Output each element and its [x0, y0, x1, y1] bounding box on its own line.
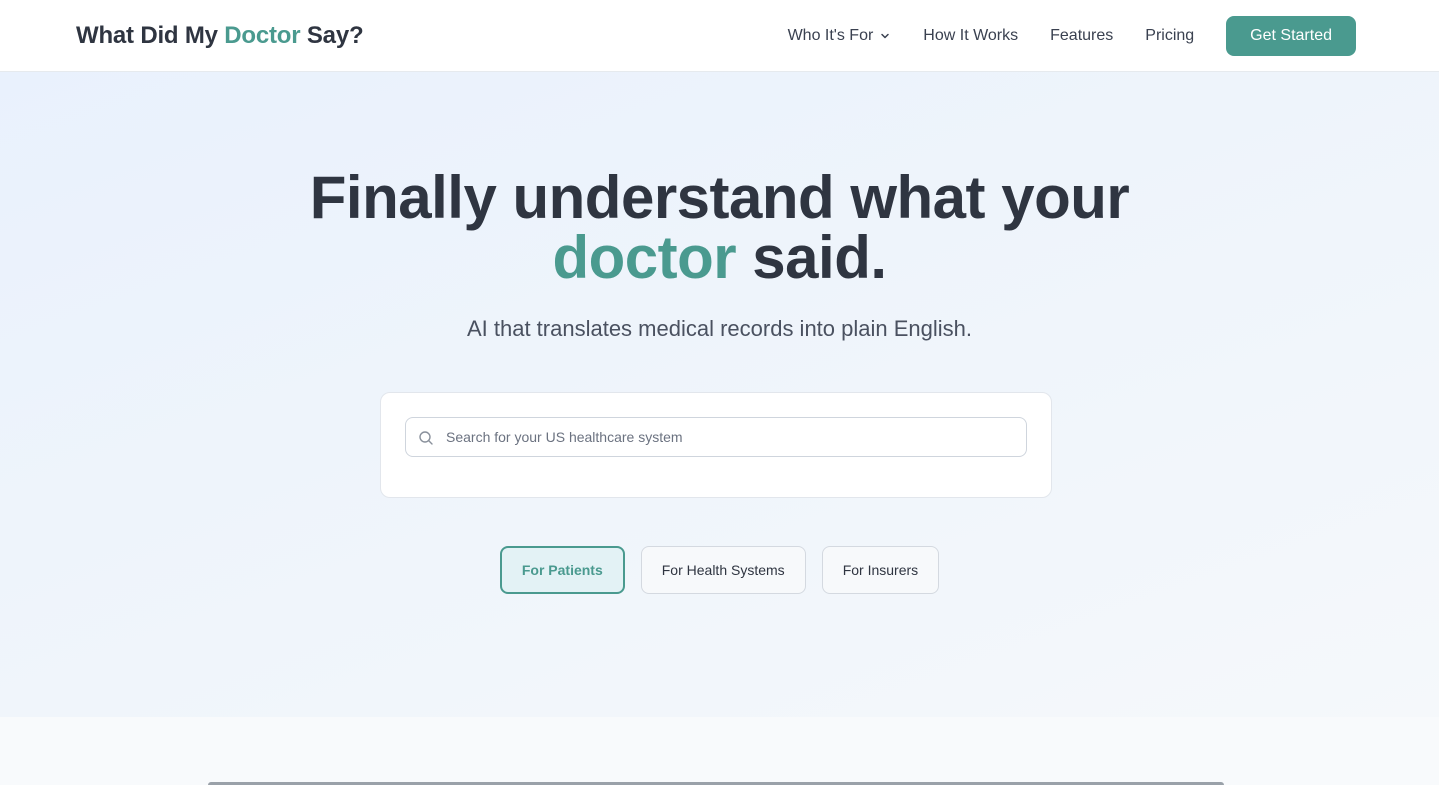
nav-features[interactable]: Features: [1050, 27, 1113, 45]
tab-for-insurers[interactable]: For Insurers: [821, 546, 940, 594]
nav-who-its-for[interactable]: Who It's For: [788, 27, 892, 45]
search-box: [405, 417, 1027, 457]
hero-subheadline: AI that translates medical records into …: [466, 316, 973, 341]
headline-accent: doctor: [552, 224, 737, 291]
search-icon: [419, 431, 433, 445]
headline-line1: Finally understand what your: [309, 164, 1130, 231]
top-navbar: What Did My Doctor Say? Who It's For How…: [0, 0, 1439, 72]
nav-who-its-for-label: Who It's For: [787, 27, 874, 44]
search-card: [380, 392, 1052, 498]
headline-rest: said.: [736, 224, 887, 291]
logo-text-accent: Doctor: [224, 22, 301, 49]
site-logo[interactable]: What Did My Doctor Say?: [76, 22, 364, 50]
hero-headline: Finally understand what your doctor said…: [0, 168, 1439, 288]
logo-text-start: What Did My: [76, 22, 225, 49]
main-nav: Who It's For How It Works Features Prici…: [788, 16, 1356, 56]
tab-for-health-systems[interactable]: For Health Systems: [640, 546, 806, 594]
audience-tabs: For Patients For Health Systems For Insu…: [0, 546, 1439, 594]
nav-how-it-works[interactable]: How It Works: [923, 27, 1018, 45]
get-started-button[interactable]: Get Started: [1226, 16, 1356, 56]
tab-for-patients[interactable]: For Patients: [499, 546, 625, 594]
healthcare-system-search-input[interactable]: [446, 418, 1016, 456]
hero-section: Finally understand what your doctor said…: [0, 72, 1439, 717]
nav-pricing[interactable]: Pricing: [1145, 27, 1194, 45]
next-section: [0, 717, 1439, 785]
logo-text-end: Say?: [300, 22, 364, 49]
chevron-down-icon: [881, 33, 890, 39]
